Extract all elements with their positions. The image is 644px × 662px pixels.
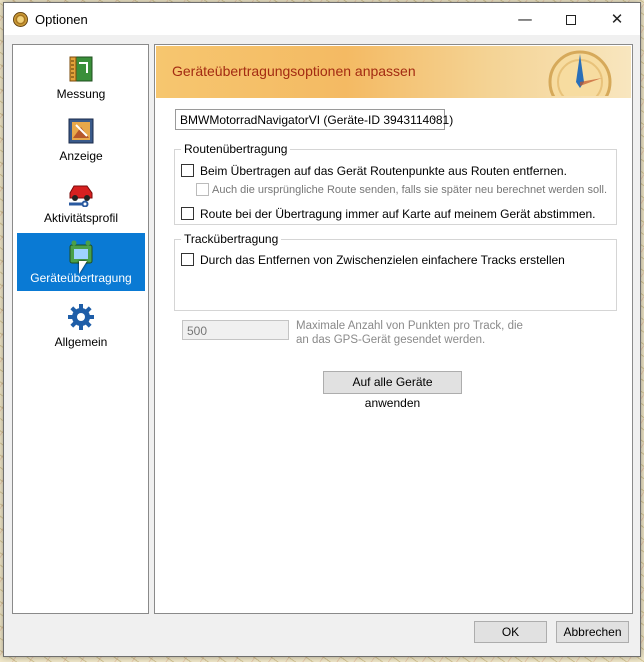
close-button[interactable]: ✕ xyxy=(594,3,640,35)
send-original-route-label: Auch die ursprüngliche Route senden, fal… xyxy=(212,184,608,196)
max-track-points-help: Maximale Anzahl von Punkten pro Track, d… xyxy=(296,320,523,346)
display-picture-icon xyxy=(68,118,94,144)
track-transfer-legend: Trackübertragung xyxy=(181,232,282,246)
gear-icon xyxy=(68,304,94,330)
match-map-label: Route bei der Übertragung immer auf Kart… xyxy=(200,207,596,221)
panel-header: Geräteübertragungsoptionen anpassen xyxy=(156,46,631,98)
app-globe-icon xyxy=(13,12,28,27)
device-select[interactable]: BMWMotorradNavigatorVI (Geräte-ID 394311… xyxy=(175,109,453,130)
page-title: Geräteübertragungsoptionen anpassen xyxy=(172,63,416,79)
remove-shaping-points-checkbox[interactable] xyxy=(181,164,194,177)
remove-shaping-points-label: Beim Übertragen auf das Gerät Routenpunk… xyxy=(200,164,567,178)
settings-panel: Geräteübertragungsoptionen anpassen BMWM… xyxy=(154,44,633,614)
sidebar-item-allgemein[interactable]: Allgemein xyxy=(17,297,145,355)
sidebar-item-label: Allgemein xyxy=(54,335,108,349)
sidebar-item-aktivitaetsprofil[interactable]: Aktivitätsprofil xyxy=(17,173,145,231)
simplify-tracks-checkbox[interactable] xyxy=(181,253,194,266)
ruler-map-icon xyxy=(69,56,93,82)
mouse-cursor-icon xyxy=(79,261,87,274)
send-original-route-checkbox[interactable] xyxy=(196,183,209,196)
options-sidebar: Messung Anzeige Aktivitätsprofil Geräteü… xyxy=(12,44,149,614)
maximize-button[interactable] xyxy=(548,3,594,35)
options-dialog: Optionen — ✕ Messung Anzeige Aktivitätsp… xyxy=(3,2,641,657)
track-transfer-group: Trackübertragung Durch das Entfernen von… xyxy=(174,232,617,311)
sidebar-item-label: Aktivitätsprofil xyxy=(43,211,119,225)
device-select-value: BMWMotorradNavigatorVI (Geräte-ID 394311… xyxy=(180,113,454,127)
sidebar-item-label: Messung xyxy=(56,87,106,101)
ok-button[interactable]: OK xyxy=(474,621,547,643)
car-wrench-icon xyxy=(69,185,93,207)
sidebar-item-messung[interactable]: Messung xyxy=(17,49,145,107)
sidebar-item-anzeige[interactable]: Anzeige xyxy=(17,111,145,169)
minimize-button[interactable]: — xyxy=(502,3,548,35)
window-title: Optionen xyxy=(35,12,88,27)
cancel-button[interactable]: Abbrechen xyxy=(556,621,629,643)
chevron-down-icon: ⌄ xyxy=(429,112,438,123)
route-transfer-group: Routenübertragung Beim Übertragen auf da… xyxy=(174,142,617,225)
apply-all-devices-button[interactable]: Auf alle Geräte anwenden xyxy=(323,371,462,410)
route-transfer-legend: Routenübertragung xyxy=(181,142,291,156)
compass-icon xyxy=(548,50,612,96)
title-bar[interactable]: Optionen — ✕ xyxy=(4,3,640,35)
simplify-tracks-label: Durch das Entfernen von Zwischenzielen e… xyxy=(200,253,565,267)
sidebar-item-label: Anzeige xyxy=(59,149,103,163)
maximize-icon xyxy=(566,14,576,25)
max-track-points-input[interactable]: 500 xyxy=(182,320,289,340)
match-map-checkbox[interactable] xyxy=(181,207,194,220)
